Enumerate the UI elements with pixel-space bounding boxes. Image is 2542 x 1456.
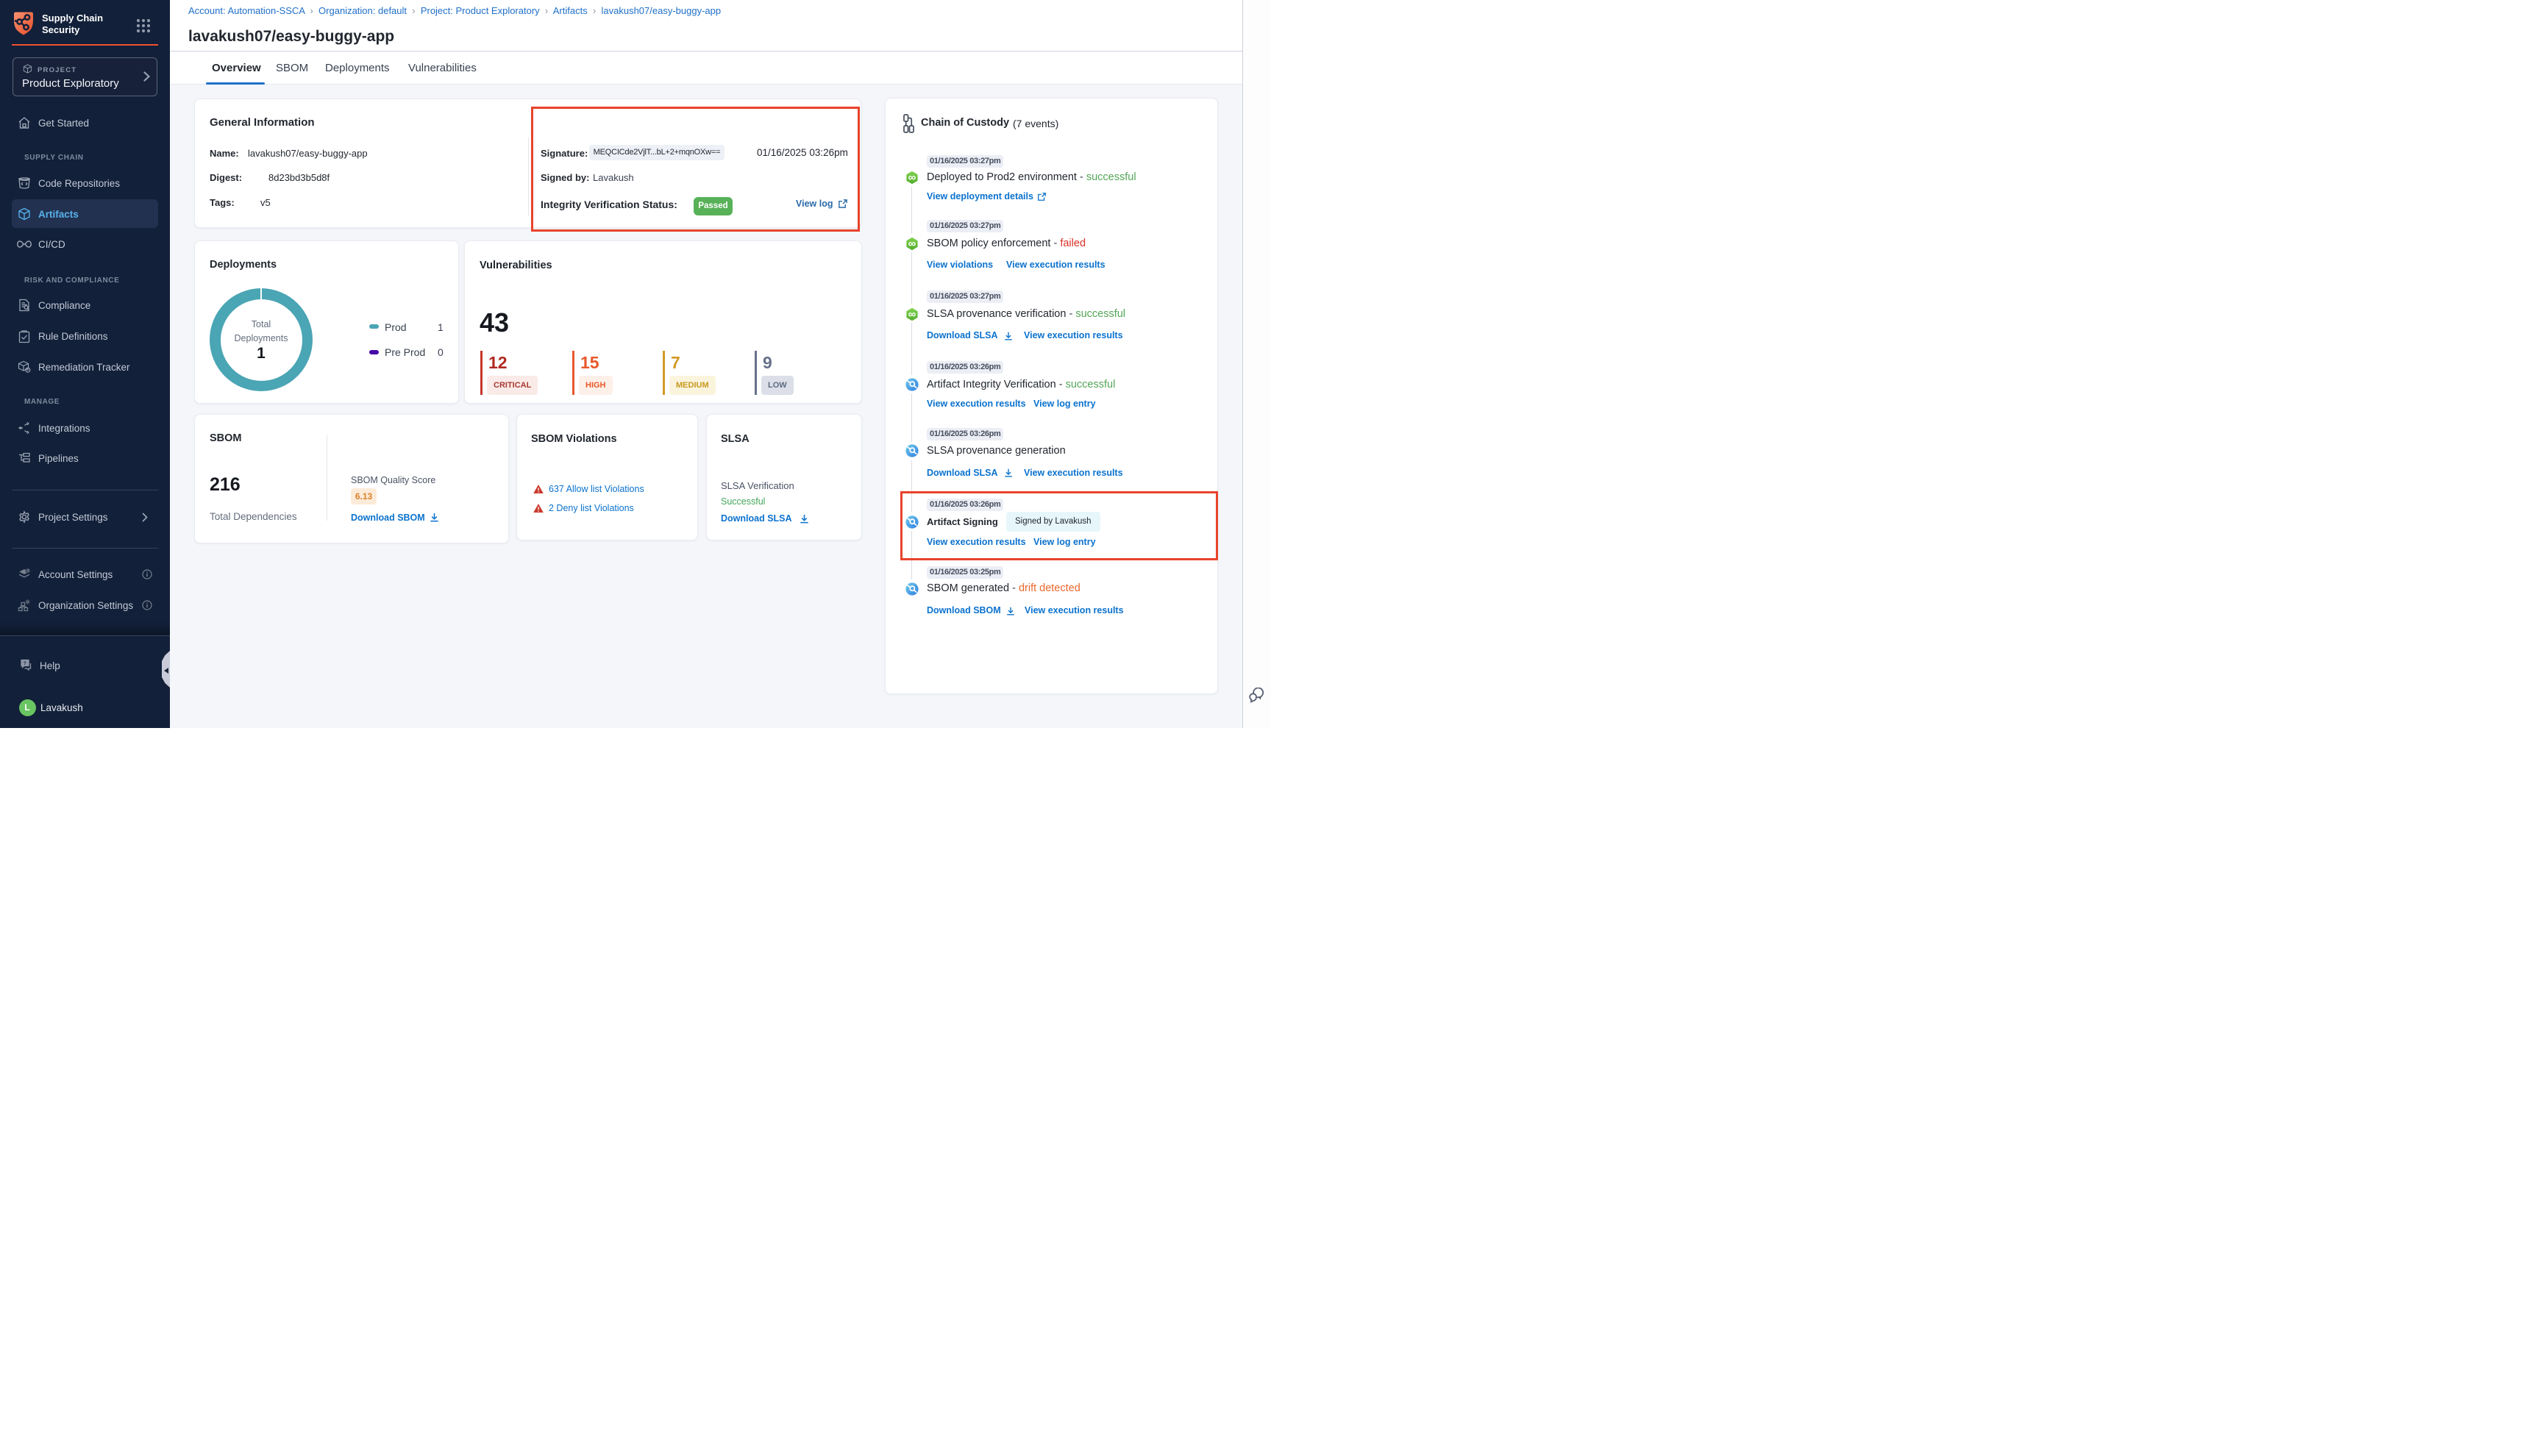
svg-text:∞: ∞	[908, 171, 916, 184]
svg-text:?: ?	[24, 661, 26, 666]
svg-text:∞: ∞	[908, 238, 916, 250]
svg-text:∞: ∞	[908, 308, 916, 321]
